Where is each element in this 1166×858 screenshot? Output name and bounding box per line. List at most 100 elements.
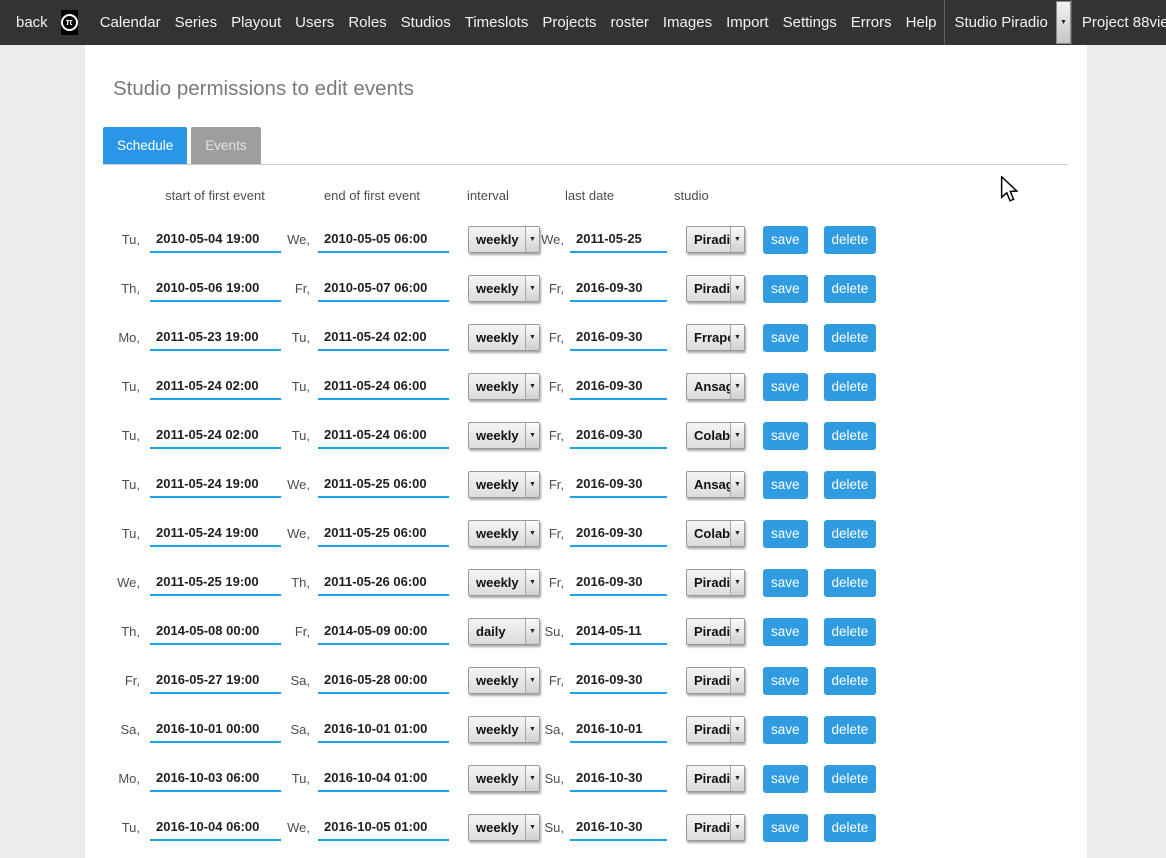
end-datetime-input[interactable] [318, 325, 449, 351]
interval-select[interactable]: daily ▼ [468, 618, 540, 645]
start-datetime-input[interactable] [150, 472, 281, 498]
save-button[interactable]: save [763, 520, 808, 548]
studio-select[interactable]: Ansage ▼ [686, 471, 745, 498]
nav-item-back[interactable]: back [9, 14, 55, 31]
save-button[interactable]: save [763, 226, 808, 254]
studio-select[interactable]: Ansage ▼ [686, 373, 745, 400]
last-date-input[interactable] [570, 325, 667, 351]
studio-select[interactable]: Piradio ▼ [686, 275, 745, 302]
nav-item-errors[interactable]: Errors [844, 14, 899, 31]
last-date-input[interactable] [570, 276, 667, 302]
delete-button[interactable]: delete [824, 422, 877, 450]
nav-item-settings[interactable]: Settings [776, 14, 844, 31]
project-selector[interactable]: Project 88vier ▼ [1071, 0, 1166, 45]
studio-selector[interactable]: Studio Piradio ▼ [944, 0, 1071, 45]
nav-item-timeslots[interactable]: Timeslots [458, 14, 536, 31]
last-date-input[interactable] [570, 374, 667, 400]
delete-button[interactable]: delete [824, 520, 877, 548]
interval-select[interactable]: weekly ▼ [468, 667, 540, 694]
last-date-input[interactable] [570, 227, 667, 253]
nav-item-roles[interactable]: Roles [341, 14, 393, 31]
start-datetime-input[interactable] [150, 227, 281, 253]
studio-select[interactable]: Piradio ▼ [686, 667, 745, 694]
nav-item-playout[interactable]: Playout [224, 14, 288, 31]
nav-item-series[interactable]: Series [168, 14, 225, 31]
end-datetime-input[interactable] [318, 227, 449, 253]
interval-select[interactable]: weekly ▼ [468, 814, 540, 841]
last-date-input[interactable] [570, 815, 667, 841]
save-button[interactable]: save [763, 618, 808, 646]
start-datetime-input[interactable] [150, 815, 281, 841]
last-date-input[interactable] [570, 423, 667, 449]
end-datetime-input[interactable] [318, 374, 449, 400]
studio-select[interactable]: Piradio ▼ [686, 814, 745, 841]
nav-item-projects[interactable]: Projects [535, 14, 603, 31]
last-date-input[interactable] [570, 521, 667, 547]
end-datetime-input[interactable] [318, 668, 449, 694]
interval-select[interactable]: weekly ▼ [468, 324, 540, 351]
start-datetime-input[interactable] [150, 521, 281, 547]
save-button[interactable]: save [763, 373, 808, 401]
save-button[interactable]: save [763, 667, 808, 695]
save-button[interactable]: save [763, 275, 808, 303]
end-datetime-input[interactable] [318, 815, 449, 841]
save-button[interactable]: save [763, 471, 808, 499]
studio-select[interactable]: Colabo ▼ [686, 422, 745, 449]
end-datetime-input[interactable] [318, 766, 449, 792]
end-datetime-input[interactable] [318, 619, 449, 645]
last-date-input[interactable] [570, 668, 667, 694]
end-datetime-input[interactable] [318, 521, 449, 547]
last-date-input[interactable] [570, 717, 667, 743]
nav-item-users[interactable]: Users [288, 14, 341, 31]
delete-button[interactable]: delete [824, 716, 877, 744]
start-datetime-input[interactable] [150, 668, 281, 694]
interval-select[interactable]: weekly ▼ [468, 716, 540, 743]
start-datetime-input[interactable] [150, 325, 281, 351]
delete-button[interactable]: delete [824, 765, 877, 793]
delete-button[interactable]: delete [824, 275, 877, 303]
studio-select[interactable]: Piradio ▼ [686, 618, 745, 645]
interval-select[interactable]: weekly ▼ [468, 422, 540, 449]
nav-item-studios[interactable]: Studios [394, 14, 458, 31]
studio-select[interactable]: Piradio ▼ [686, 716, 745, 743]
last-date-input[interactable] [570, 472, 667, 498]
end-datetime-input[interactable] [318, 423, 449, 449]
interval-select[interactable]: weekly ▼ [468, 471, 540, 498]
start-datetime-input[interactable] [150, 619, 281, 645]
studio-select[interactable]: Piradio ▼ [686, 569, 745, 596]
nav-item-images[interactable]: Images [656, 14, 719, 31]
start-datetime-input[interactable] [150, 423, 281, 449]
tab-events[interactable]: Events [191, 127, 260, 164]
save-button[interactable]: save [763, 765, 808, 793]
start-datetime-input[interactable] [150, 766, 281, 792]
studio-select[interactable]: Piradio ▼ [686, 226, 745, 253]
last-date-input[interactable] [570, 570, 667, 596]
end-datetime-input[interactable] [318, 717, 449, 743]
nav-item-help[interactable]: Help [899, 14, 944, 31]
studio-select[interactable]: Piradio ▼ [686, 765, 745, 792]
start-datetime-input[interactable] [150, 570, 281, 596]
delete-button[interactable]: delete [824, 618, 877, 646]
interval-select[interactable]: weekly ▼ [468, 275, 540, 302]
save-button[interactable]: save [763, 814, 808, 842]
interval-select[interactable]: weekly ▼ [468, 373, 540, 400]
delete-button[interactable]: delete [824, 226, 877, 254]
nav-item-roster[interactable]: roster [604, 14, 656, 31]
start-datetime-input[interactable] [150, 276, 281, 302]
piradio-logo-icon[interactable]: π [61, 10, 78, 35]
nav-item-import[interactable]: Import [719, 14, 776, 31]
delete-button[interactable]: delete [824, 814, 877, 842]
start-datetime-input[interactable] [150, 717, 281, 743]
last-date-input[interactable] [570, 619, 667, 645]
delete-button[interactable]: delete [824, 373, 877, 401]
tab-schedule[interactable]: Schedule [103, 127, 187, 164]
nav-item-calendar[interactable]: Calendar [93, 14, 168, 31]
delete-button[interactable]: delete [824, 667, 877, 695]
save-button[interactable]: save [763, 324, 808, 352]
interval-select[interactable]: weekly ▼ [468, 569, 540, 596]
end-datetime-input[interactable] [318, 570, 449, 596]
end-datetime-input[interactable] [318, 472, 449, 498]
start-datetime-input[interactable] [150, 374, 281, 400]
interval-select[interactable]: weekly ▼ [468, 226, 540, 253]
save-button[interactable]: save [763, 569, 808, 597]
